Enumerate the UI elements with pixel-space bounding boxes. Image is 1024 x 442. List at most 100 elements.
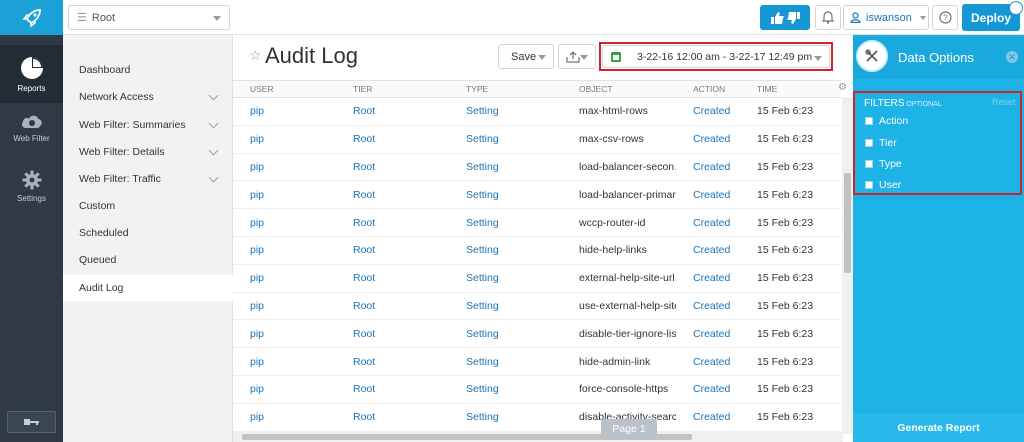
table-header-row: USER TIER TYPE OBJECT ACTION TIME bbox=[233, 80, 841, 98]
tier-link[interactable]: Root bbox=[336, 97, 449, 126]
type-link[interactable]: Setting bbox=[449, 153, 562, 182]
tier-link[interactable]: Root bbox=[336, 403, 449, 432]
reset-link[interactable]: Reset bbox=[992, 97, 1016, 107]
nav-item-custom[interactable]: Custom bbox=[63, 193, 233, 219]
type-link[interactable]: Setting bbox=[449, 375, 562, 404]
action-link[interactable]: Created bbox=[676, 153, 740, 182]
nav-item-network-access[interactable]: Network Access bbox=[63, 84, 233, 110]
tier-link[interactable]: Root bbox=[336, 375, 449, 404]
vertical-scrollbar[interactable] bbox=[842, 97, 853, 434]
notifications-button[interactable] bbox=[815, 5, 841, 30]
user-link[interactable]: pip bbox=[233, 292, 336, 321]
help-button[interactable]: ? bbox=[932, 5, 958, 30]
feedback-button[interactable] bbox=[760, 5, 810, 30]
rail-item-reports[interactable]: Reports bbox=[0, 45, 63, 103]
nav-item-web-filter-traffic[interactable]: Web Filter: Traffic bbox=[63, 166, 233, 192]
checkbox[interactable] bbox=[865, 117, 873, 125]
collapse-rail-button[interactable] bbox=[7, 411, 56, 433]
action-link[interactable]: Created bbox=[676, 180, 740, 210]
filter-action[interactable]: Action bbox=[865, 115, 908, 127]
action-link[interactable]: Created bbox=[676, 319, 740, 349]
user-link[interactable]: pip bbox=[233, 375, 336, 404]
user-menu[interactable]: iswanson bbox=[843, 5, 929, 30]
nav-item-dashboard[interactable]: Dashboard bbox=[63, 57, 233, 83]
page-indicator[interactable]: Page 1 bbox=[601, 419, 657, 439]
time-cell: 15 Feb 6:23 bbox=[740, 264, 841, 293]
tools-icon[interactable] bbox=[856, 40, 888, 72]
user-link[interactable]: pip bbox=[233, 236, 336, 265]
generate-report-button[interactable]: Generate Report bbox=[853, 413, 1024, 442]
save-button[interactable]: Save bbox=[498, 44, 554, 69]
column-header-user[interactable]: USER bbox=[233, 80, 336, 98]
action-link[interactable]: Created bbox=[676, 264, 740, 293]
action-link[interactable]: Created bbox=[676, 292, 740, 321]
table-row: pip Root Setting hide-admin-link Created 15 F… bbox=[233, 347, 841, 376]
tier-link[interactable]: Root bbox=[336, 153, 449, 182]
type-link[interactable]: Setting bbox=[449, 97, 562, 126]
tier-select[interactable]: ☰ Root bbox=[68, 5, 230, 30]
column-header-tier[interactable]: TIER bbox=[336, 80, 449, 98]
filter-user[interactable]: User bbox=[865, 179, 901, 191]
help-icon: ? bbox=[938, 11, 952, 24]
filter-tier[interactable]: Tier bbox=[865, 137, 897, 149]
action-link[interactable]: Created bbox=[676, 403, 740, 432]
star-icon[interactable]: ☆ bbox=[249, 47, 262, 64]
column-header-object[interactable]: OBJECT bbox=[562, 80, 676, 98]
checkbox[interactable] bbox=[865, 139, 873, 147]
user-link[interactable]: pip bbox=[233, 180, 336, 210]
column-header-action[interactable]: ACTION bbox=[676, 80, 740, 98]
column-header-type[interactable]: TYPE bbox=[449, 80, 562, 98]
tier-link[interactable]: Root bbox=[336, 236, 449, 265]
type-link[interactable]: Setting bbox=[449, 292, 562, 321]
user-link[interactable]: pip bbox=[233, 97, 336, 126]
user-link[interactable]: pip bbox=[233, 153, 336, 182]
scroll-thumb[interactable] bbox=[844, 173, 851, 273]
type-link[interactable]: Setting bbox=[449, 403, 562, 432]
user-link[interactable]: pip bbox=[233, 125, 336, 154]
horizontal-scrollbar[interactable] bbox=[233, 432, 843, 442]
type-link[interactable]: Setting bbox=[449, 236, 562, 265]
type-link[interactable]: Setting bbox=[449, 125, 562, 154]
tier-link[interactable]: Root bbox=[336, 125, 449, 154]
nav-item-web-filter-summaries[interactable]: Web Filter: Summaries bbox=[63, 112, 233, 138]
type-link[interactable]: Setting bbox=[449, 347, 562, 376]
date-range-picker[interactable]: 3-22-16 12:00 am - 3-22-17 12:49 pm bbox=[602, 45, 830, 68]
deploy-button[interactable]: Deploy bbox=[962, 1, 1023, 31]
type-link[interactable]: Setting bbox=[449, 264, 562, 293]
type-link[interactable]: Setting bbox=[449, 180, 562, 210]
tier-link[interactable]: Root bbox=[336, 264, 449, 293]
nav-item-web-filter-details[interactable]: Web Filter: Details bbox=[63, 139, 233, 165]
tier-link[interactable]: Root bbox=[336, 208, 449, 237]
user-link[interactable]: pip bbox=[233, 403, 336, 432]
action-link[interactable]: Created bbox=[676, 375, 740, 404]
rail-item-settings[interactable]: Settings bbox=[0, 170, 63, 210]
nav-item-queued[interactable]: Queued bbox=[63, 247, 233, 273]
user-link[interactable]: pip bbox=[233, 319, 336, 349]
type-link[interactable]: Setting bbox=[449, 319, 562, 349]
filter-type[interactable]: Type bbox=[865, 158, 902, 170]
user-link[interactable]: pip bbox=[233, 347, 336, 376]
time-cell: 15 Feb 6:23 bbox=[740, 236, 841, 265]
tier-link[interactable]: Root bbox=[336, 180, 449, 210]
action-link[interactable]: Created bbox=[676, 347, 740, 376]
tier-link[interactable]: Root bbox=[336, 319, 449, 349]
nav-item-audit-log[interactable]: Audit Log bbox=[63, 275, 233, 301]
rail-item-web-filter[interactable]: Web Filter bbox=[0, 112, 63, 154]
checkbox[interactable] bbox=[865, 160, 873, 168]
app-logo[interactable] bbox=[0, 0, 63, 35]
column-settings-icon[interactable]: ⚙ bbox=[838, 82, 847, 93]
action-link[interactable]: Created bbox=[676, 125, 740, 154]
user-link[interactable]: pip bbox=[233, 208, 336, 237]
nav-item-scheduled[interactable]: Scheduled bbox=[63, 220, 233, 246]
action-link[interactable]: Created bbox=[676, 236, 740, 265]
close-icon[interactable]: ✕ bbox=[1006, 51, 1018, 63]
action-link[interactable]: Created bbox=[676, 208, 740, 237]
tier-link[interactable]: Root bbox=[336, 347, 449, 376]
user-link[interactable]: pip bbox=[233, 264, 336, 293]
type-link[interactable]: Setting bbox=[449, 208, 562, 237]
checkbox[interactable] bbox=[865, 181, 873, 189]
tier-link[interactable]: Root bbox=[336, 292, 449, 321]
action-link[interactable]: Created bbox=[676, 97, 740, 126]
export-button[interactable] bbox=[558, 44, 596, 69]
column-header-time[interactable]: TIME bbox=[740, 80, 841, 98]
